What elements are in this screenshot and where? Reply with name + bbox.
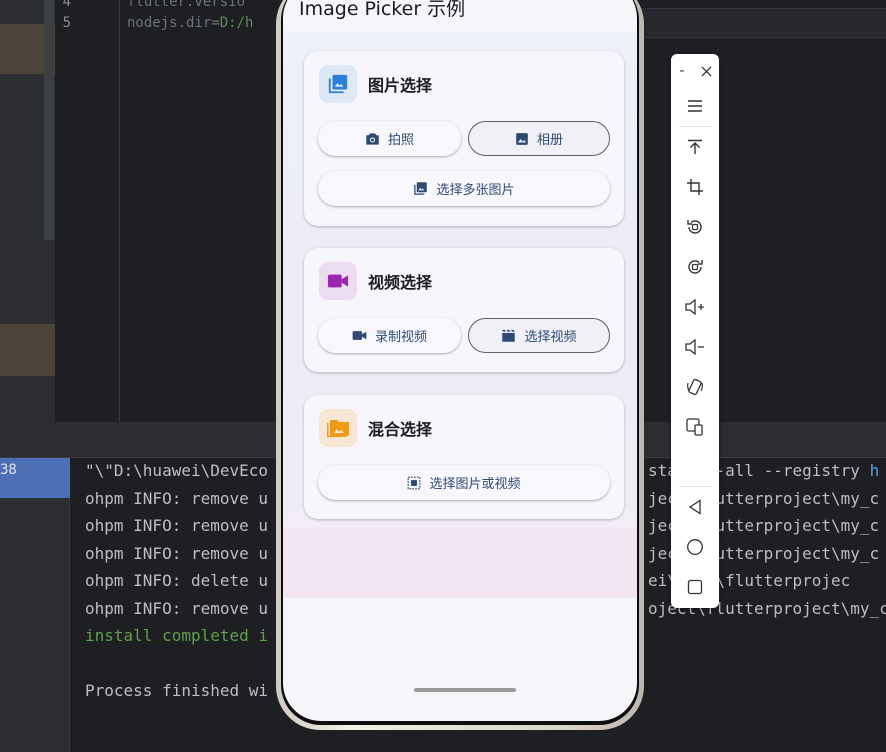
rotate-right-button[interactable] xyxy=(671,252,719,282)
record-video-button[interactable]: 录制视频 xyxy=(318,318,461,353)
button-label: 录制视频 xyxy=(374,330,427,345)
card-header: 混合选择 xyxy=(319,409,432,447)
current-line-highlight xyxy=(640,8,886,38)
card-header: 视频选择 xyxy=(319,262,432,300)
rotate-left-button[interactable] xyxy=(671,212,719,242)
line-number: 4 xyxy=(62,0,71,10)
videocam-icon xyxy=(352,331,367,340)
image-icon xyxy=(516,132,528,145)
console-line: ohpm INFO: remove u xyxy=(85,516,269,535)
pin-top-icon xyxy=(688,139,702,154)
nav-recent-button[interactable] xyxy=(671,572,719,602)
video-picker-card: 视频选择 录制视频 选择视频 xyxy=(304,248,624,372)
line-number: 5 xyxy=(62,15,71,31)
phone-bezel: Image Picker 示例 图片选择 拍照 相册 选择多张图片 视频选择 录… xyxy=(281,0,639,725)
console-link[interactable]: h xyxy=(870,461,880,480)
multi-screen-button[interactable] xyxy=(671,412,719,442)
line-number-gutter: 4 5 xyxy=(55,0,120,422)
select-all-icon xyxy=(408,476,421,489)
toolbar-divider xyxy=(679,126,711,127)
console-line: ohpm INFO: delete u xyxy=(85,571,269,590)
console-line: ohpm INFO: remove u xyxy=(85,599,269,618)
console-line-success: install completed i xyxy=(85,626,269,645)
console-line: "\"D:\huawei\DevEco xyxy=(85,461,269,480)
menu-button[interactable] xyxy=(671,91,719,121)
nav-back-button[interactable] xyxy=(671,492,719,522)
run-list-item[interactable]: 38 xyxy=(0,458,70,498)
phone-frame: Image Picker 示例 图片选择 拍照 相册 选择多张图片 视频选择 录… xyxy=(276,0,644,730)
code-key: nodejs.dir= xyxy=(127,15,220,31)
button-label: 选择视频 xyxy=(524,330,577,345)
videocam-icon xyxy=(319,262,357,300)
video-clapper-icon xyxy=(502,329,516,342)
card-title: 混合选择 xyxy=(368,420,433,439)
camera-icon xyxy=(366,132,379,145)
photo-library-icon xyxy=(319,65,357,103)
rotate-right-icon xyxy=(688,260,703,274)
rotate-left-icon xyxy=(687,220,702,234)
shake-button[interactable] xyxy=(671,372,719,402)
pin-top-button[interactable] xyxy=(671,132,719,162)
button-label: 选择多张图片 xyxy=(436,183,515,198)
button-label: 相册 xyxy=(536,133,563,148)
console-run-list xyxy=(0,458,70,752)
pick-video-button[interactable]: 选择视频 xyxy=(468,318,610,353)
photo-library-icon xyxy=(414,182,428,195)
code-line-4: flutter.versio xyxy=(127,0,246,10)
code-line-5: nodejs.dir=D:/h xyxy=(127,15,253,31)
console-line: ohpm INFO: remove u xyxy=(85,489,269,508)
mixed-picker-card: 混合选择 选择图片或视频 xyxy=(304,395,624,519)
multi-device-icon xyxy=(686,418,703,436)
minimize-icon: - xyxy=(679,63,685,79)
phone-screen: Image Picker 示例 图片选择 拍照 相册 选择多张图片 视频选择 录… xyxy=(283,0,637,721)
volume-up-icon xyxy=(685,299,704,315)
card-header: 图片选择 xyxy=(319,65,432,103)
gesture-home-bar[interactable] xyxy=(414,688,516,692)
back-icon xyxy=(688,499,701,515)
volume-down-button[interactable] xyxy=(671,332,719,362)
toolbar-divider xyxy=(679,486,711,487)
nav-home-button[interactable] xyxy=(671,532,719,562)
console-line: ohpm INFO: remove u xyxy=(85,544,269,563)
recent-apps-icon xyxy=(687,579,703,595)
home-icon xyxy=(687,539,703,555)
screenshot-button[interactable] xyxy=(671,172,719,202)
screen-bottom-tint xyxy=(283,528,637,598)
perm-media-icon xyxy=(319,409,357,447)
button-label: 选择图片或视频 xyxy=(429,477,521,492)
pick-multiple-images-button[interactable]: 选择多张图片 xyxy=(318,171,610,206)
console-line: Process finished wi xyxy=(85,681,269,700)
volume-up-button[interactable] xyxy=(671,292,719,322)
gutter-highlight xyxy=(0,324,55,376)
emulator-toolbar: - xyxy=(671,54,719,608)
volume-down-icon xyxy=(685,339,704,355)
close-button[interactable] xyxy=(687,56,725,86)
ide-project-gutter xyxy=(0,0,55,422)
card-title: 图片选择 xyxy=(368,76,433,95)
app-bar-title: Image Picker 示例 xyxy=(299,0,466,20)
card-title: 视频选择 xyxy=(368,273,433,292)
pick-image-or-video-button[interactable]: 选择图片或视频 xyxy=(318,465,610,500)
code-value: D:/h xyxy=(219,15,254,31)
shake-icon xyxy=(687,378,703,396)
image-picker-card: 图片选择 拍照 相册 选择多张图片 xyxy=(304,51,624,226)
take-photo-button[interactable]: 拍照 xyxy=(318,121,461,156)
gallery-button[interactable]: 相册 xyxy=(468,121,610,156)
crop-icon xyxy=(687,179,703,195)
menu-icon xyxy=(688,100,702,112)
close-icon xyxy=(700,65,712,77)
gutter-scrollbar[interactable] xyxy=(44,0,54,240)
button-label: 拍照 xyxy=(387,133,414,148)
